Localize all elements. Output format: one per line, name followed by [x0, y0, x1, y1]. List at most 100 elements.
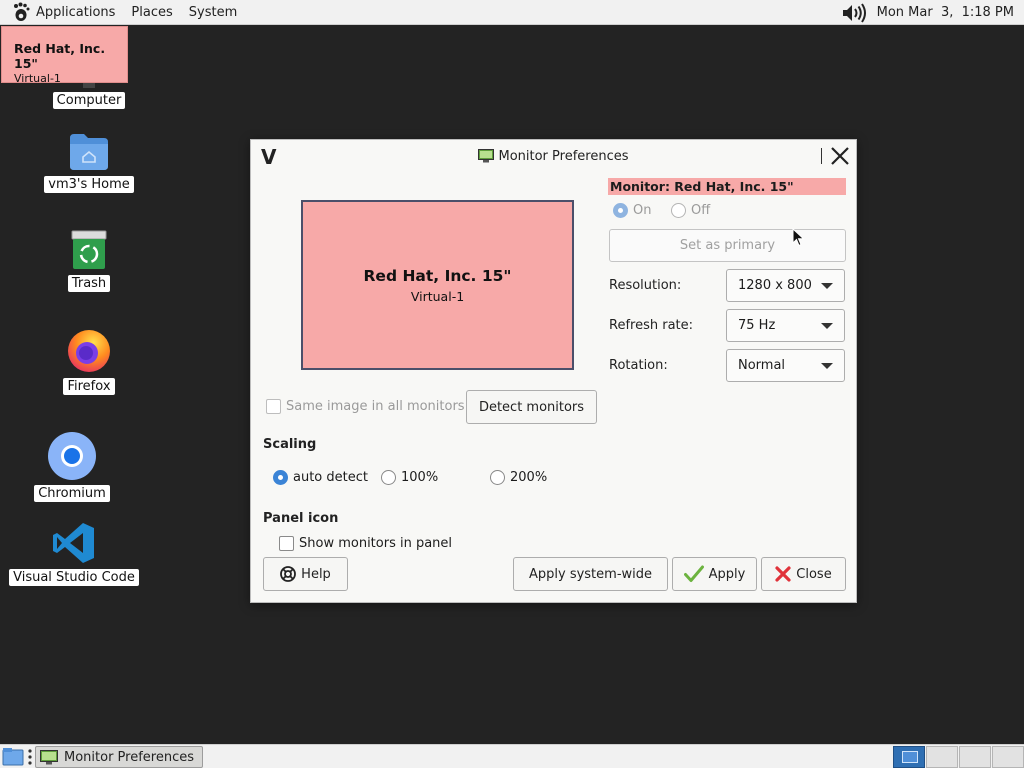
desktop-icon-label: Firefox: [63, 378, 115, 395]
show-monitors-in-panel-checkbox[interactable]: Show monitors in panel: [279, 536, 452, 551]
dropdown-arrow-icon: [821, 363, 833, 369]
chromium-icon: [48, 432, 96, 480]
taskbar-item-monitor-preferences[interactable]: Monitor Preferences: [35, 746, 203, 768]
monitor-identification-popup: Red Hat, Inc. 15" Virtual-1: [1, 26, 128, 85]
places-menu[interactable]: Places: [123, 0, 180, 25]
gnome-foot-icon: [14, 2, 30, 21]
rotation-combo[interactable]: Normal: [726, 349, 845, 382]
detect-monitors-label: Detect monitors: [478, 399, 585, 415]
workspace-4[interactable]: [992, 746, 1024, 768]
close-button[interactable]: Close: [761, 557, 846, 591]
window-menu-icon[interactable]: V: [261, 145, 276, 169]
same-image-checkbox[interactable]: Same image in all monitors: [266, 399, 465, 414]
home-folder-icon: [70, 134, 108, 170]
rotation-value: Normal: [738, 358, 786, 373]
places-menu-label: Places: [131, 4, 173, 20]
apply-system-wide-button[interactable]: Apply system-wide: [513, 557, 668, 591]
same-image-label: Same image in all monitors: [286, 399, 465, 414]
dropdown-arrow-icon: [821, 323, 833, 329]
radio-dot: [613, 203, 628, 218]
detect-monitors-button[interactable]: Detect monitors: [466, 390, 597, 424]
radio-dot: [490, 470, 505, 485]
power-off-label: Off: [691, 203, 711, 218]
monitor-header: Monitor: Red Hat, Inc. 15": [608, 178, 846, 195]
resolution-label: Resolution:: [609, 278, 682, 293]
desktop-icon-label: Chromium: [34, 485, 110, 502]
desktop-icon-vscode[interactable]: Visual Studio Code: [4, 521, 144, 586]
show-monitors-label: Show monitors in panel: [299, 536, 453, 551]
taskbar-item-label: Monitor Preferences: [64, 749, 195, 765]
monitor-preferences-dialog: V Monitor Preferences Red Hat, Inc. 15" …: [250, 139, 857, 603]
set-as-primary-label: Set as primary: [679, 238, 776, 253]
applications-menu[interactable]: Applications: [0, 0, 123, 25]
dialog-title-text: Monitor Preferences: [498, 148, 629, 164]
set-as-primary-button[interactable]: Set as primary: [609, 229, 846, 262]
desktop-icon-firefox[interactable]: Firefox: [19, 326, 159, 395]
system-menu-label: System: [188, 4, 238, 20]
checkbox-box: [279, 536, 294, 551]
panel-icon-section-title: Panel icon: [263, 511, 339, 526]
workspace-1[interactable]: [893, 746, 925, 768]
close-label: Close: [796, 566, 832, 582]
power-on-label: On: [633, 203, 652, 218]
power-on-radio[interactable]: On: [613, 203, 651, 218]
apply-label: Apply: [708, 566, 746, 582]
resolution-value: 1280 x 800: [738, 278, 812, 293]
scaling-auto-detect-label: auto detect: [293, 470, 368, 485]
red-x-icon: [775, 566, 791, 582]
panel-handle-icon[interactable]: [27, 748, 33, 766]
scaling-100-label: 100%: [401, 470, 439, 485]
radio-dot: [671, 203, 686, 218]
scaling-200-radio[interactable]: 200%: [490, 470, 547, 485]
workspace-window-thumb: [902, 751, 918, 763]
scaling-100-radio[interactable]: 100%: [381, 470, 438, 485]
panel-indicators: Mon Mar 3, 1:18 PM: [841, 0, 1014, 25]
scaling-section-title: Scaling: [263, 437, 317, 452]
preview-monitor-connector: Virtual-1: [410, 288, 465, 304]
volume-icon[interactable]: [841, 2, 869, 23]
show-desktop-icon[interactable]: [2, 747, 24, 767]
firefox-icon: [68, 330, 110, 372]
scaling-auto-detect-radio[interactable]: auto detect: [273, 470, 368, 485]
apply-system-wide-label: Apply system-wide: [528, 566, 653, 582]
refresh-rate-combo[interactable]: 75 Hz: [726, 309, 845, 342]
desktop-icon-label: Trash: [67, 275, 111, 292]
popup-monitor-connector: Virtual-1: [14, 72, 61, 85]
monitor-preview[interactable]: Red Hat, Inc. 15" Virtual-1: [301, 200, 574, 370]
workspace-3[interactable]: [959, 746, 991, 768]
popup-monitor-name: Red Hat, Inc. 15": [14, 41, 106, 71]
help-button[interactable]: Help: [263, 557, 348, 591]
refresh-rate-label: Refresh rate:: [609, 318, 694, 333]
scaling-200-label: 200%: [510, 470, 548, 485]
desktop-icon-label: vm3's Home: [44, 176, 134, 193]
bottom-panel: Monitor Preferences: [0, 744, 1024, 768]
workspace-2[interactable]: [926, 746, 958, 768]
apply-button[interactable]: Apply: [672, 557, 757, 591]
top-panel: Applications Places System Mon Mar 3, 1:…: [0, 0, 1024, 25]
vscode-icon: [53, 523, 94, 563]
resolution-combo[interactable]: 1280 x 800: [726, 269, 845, 302]
clock[interactable]: Mon Mar 3, 1:18 PM: [877, 5, 1014, 20]
monitor-app-icon: [478, 149, 495, 163]
desktop-icon-label: Visual Studio Code: [9, 569, 139, 586]
power-off-radio[interactable]: Off: [671, 203, 710, 218]
preview-monitor-name: Red Hat, Inc. 15": [363, 266, 512, 285]
checkbox-box: [266, 399, 281, 414]
dialog-title: Monitor Preferences: [478, 148, 629, 164]
desktop-icon-trash[interactable]: Trash: [19, 229, 159, 292]
rotation-label: Rotation:: [609, 358, 668, 373]
system-menu[interactable]: System: [181, 0, 245, 25]
mouse-cursor-icon: [792, 228, 805, 247]
monitor-app-icon: [40, 749, 58, 764]
titlebar-separator: [821, 148, 822, 164]
help-lifebuoy-icon: [280, 566, 297, 582]
applications-menu-label: Applications: [36, 4, 116, 20]
radio-dot: [273, 470, 288, 485]
dropdown-arrow-icon: [821, 283, 833, 289]
desktop-icon-chromium[interactable]: Chromium: [2, 431, 142, 502]
help-label: Help: [301, 566, 331, 582]
refresh-rate-value: 75 Hz: [738, 318, 776, 333]
dialog-titlebar[interactable]: V Monitor Preferences: [251, 140, 856, 172]
window-close-icon[interactable]: [828, 144, 852, 168]
desktop-icon-home[interactable]: vm3's Home: [19, 132, 159, 193]
